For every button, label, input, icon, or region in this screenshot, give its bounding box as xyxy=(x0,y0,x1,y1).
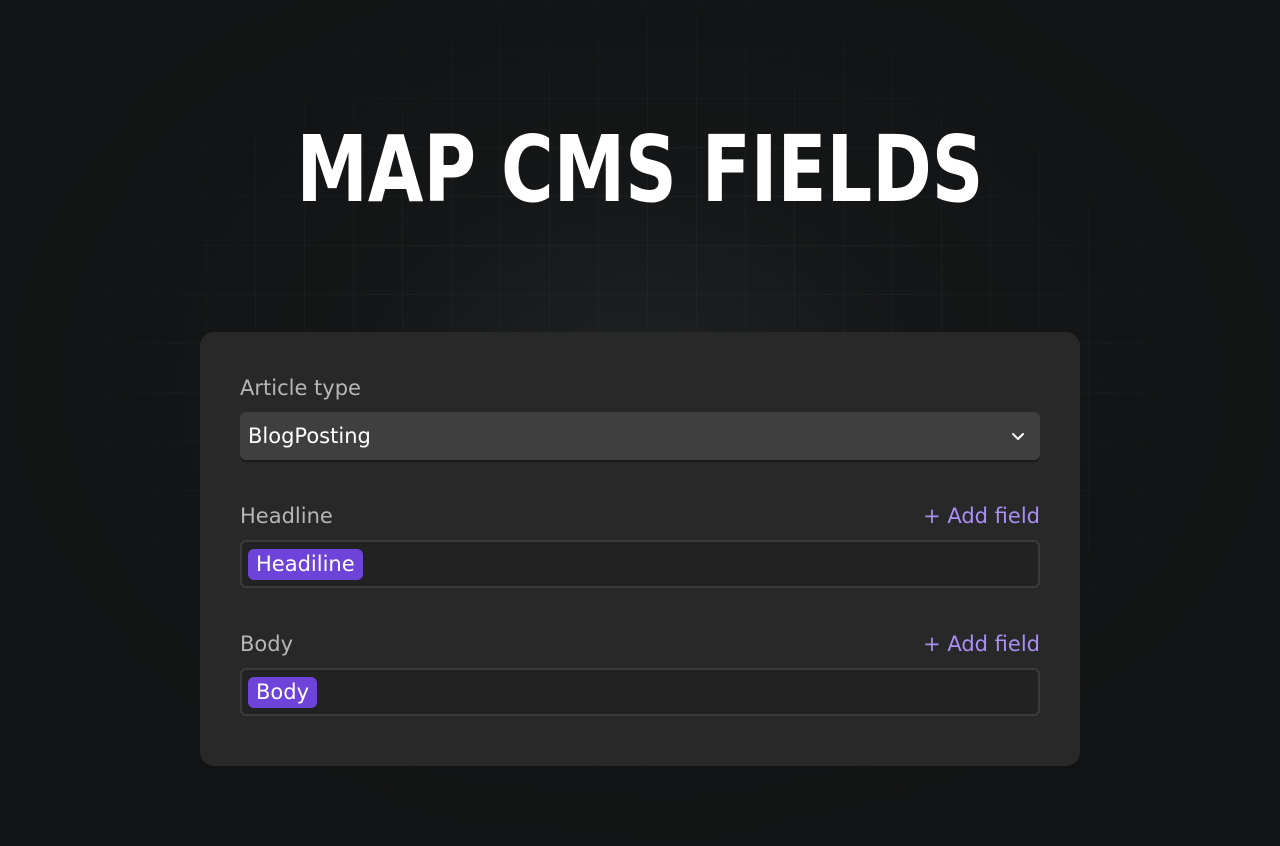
body-field-input[interactable]: Body xyxy=(240,668,1040,716)
field-mapping-card: Article type BlogPosting Headline + Add … xyxy=(200,332,1080,766)
headline-add-field-button[interactable]: + Add field xyxy=(923,502,1040,530)
article-type-label: Article type xyxy=(240,376,361,400)
article-type-select[interactable]: BlogPosting xyxy=(240,412,1040,460)
page-title: MAP CMS FIELDS xyxy=(296,116,984,223)
body-add-field-button[interactable]: + Add field xyxy=(923,630,1040,658)
body-label: Body xyxy=(240,632,294,656)
chevron-down-icon xyxy=(1012,433,1024,440)
body-field-chip[interactable]: Body xyxy=(248,677,318,708)
headline-field-input[interactable]: Headiline xyxy=(240,540,1040,588)
article-type-selected-value: BlogPosting xyxy=(248,424,371,448)
headline-field-chip[interactable]: Headiline xyxy=(248,549,363,580)
headline-label: Headline xyxy=(240,504,333,528)
